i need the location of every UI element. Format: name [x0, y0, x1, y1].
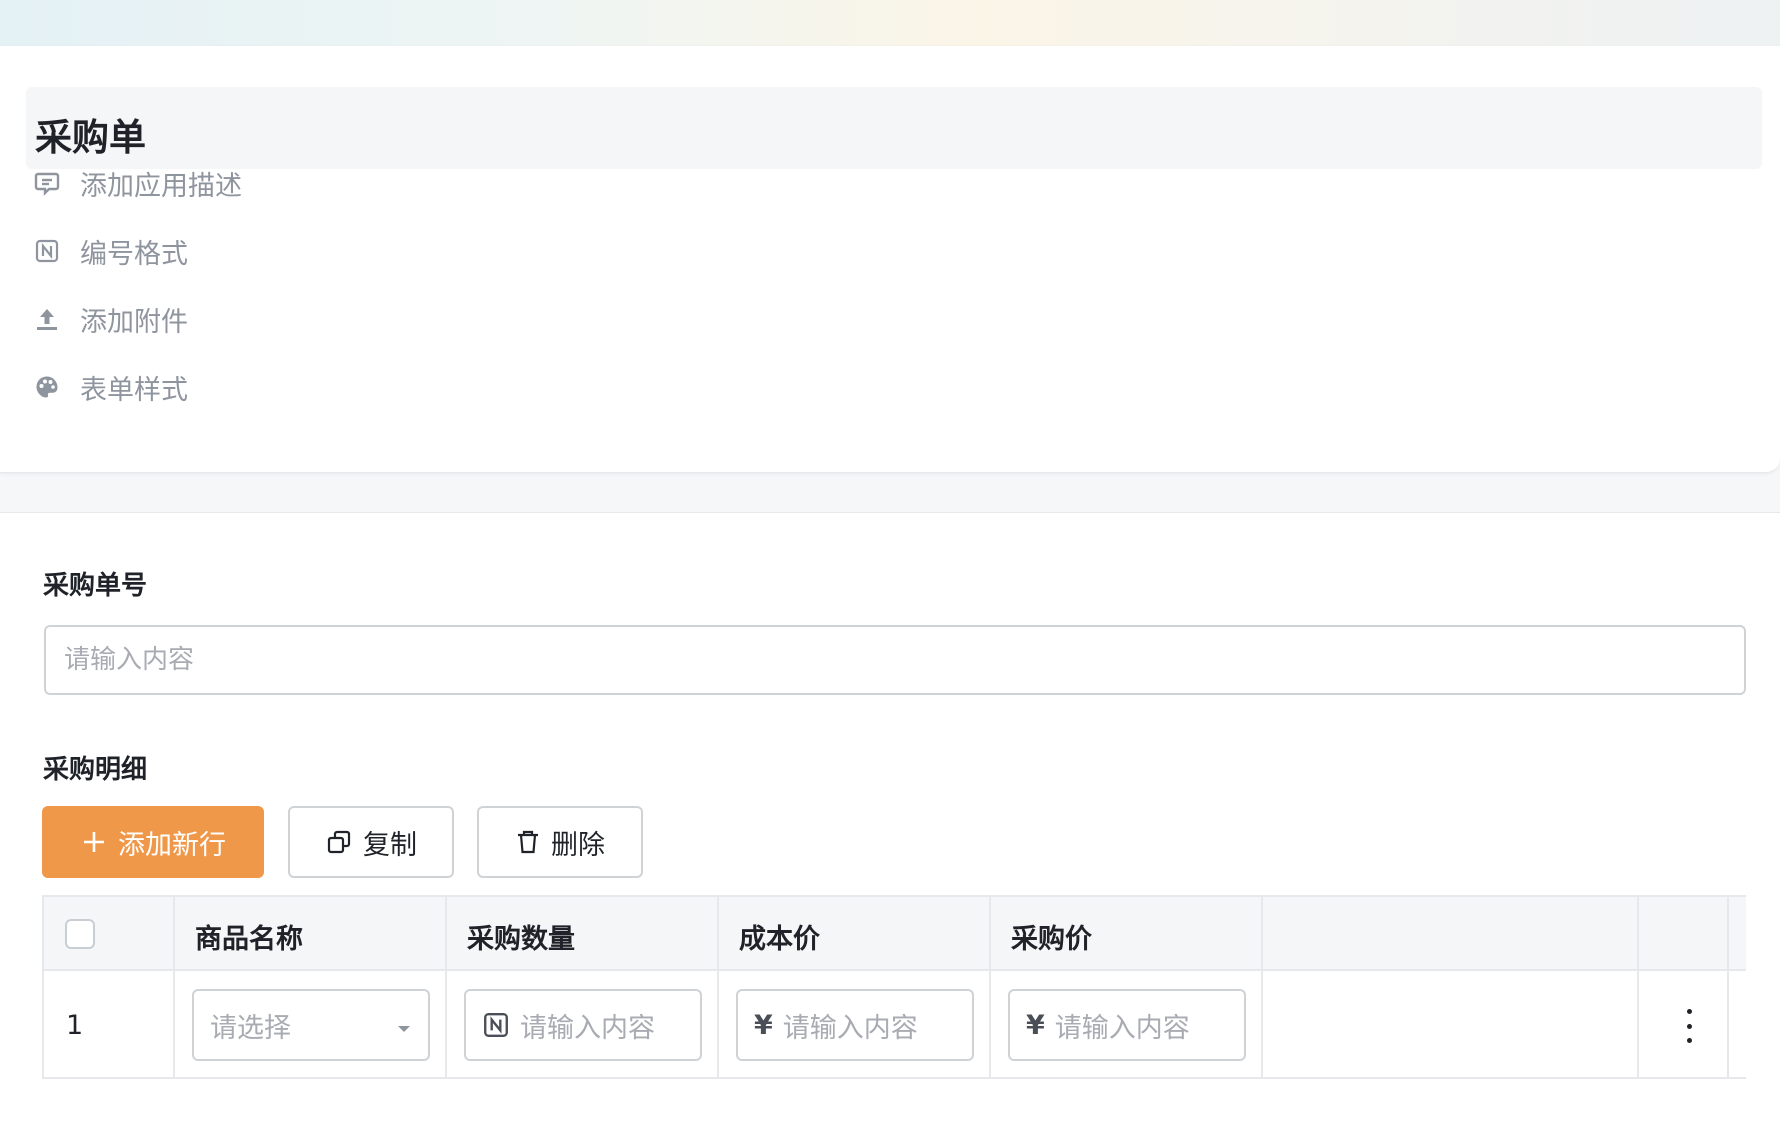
option-label: 编号格式 — [80, 238, 188, 270]
number-format-option[interactable]: 编号格式 — [34, 231, 188, 271]
option-label: 表单样式 — [80, 374, 188, 406]
column-header: 采购价 — [1011, 924, 1092, 955]
price-placeholder: 请输入内容 — [1054, 1012, 1190, 1044]
column-header: 商品名称 — [195, 924, 303, 955]
plus-icon — [80, 828, 108, 856]
details-table: 商品名称 采购数量 成本价 采购价 1 请选择 请输入内容 ¥ 请输入内容 ¥ … — [42, 895, 1746, 1079]
copy-button[interactable]: 复制 — [288, 806, 454, 878]
product-select-placeholder: 请选择 — [210, 1012, 291, 1044]
actions-column — [1639, 897, 1729, 1079]
delete-button[interactable]: 删除 — [477, 806, 643, 878]
form-title[interactable]: 采购单 — [35, 107, 146, 161]
number-format-icon — [482, 1011, 510, 1039]
add-attachment-option[interactable]: 添加附件 — [34, 299, 188, 339]
add-description-option[interactable]: 添加应用描述 — [34, 163, 242, 203]
yuan-icon: ¥ — [1026, 1009, 1045, 1041]
option-label: 添加附件 — [80, 306, 188, 338]
column-header: 采购数量 — [467, 924, 575, 955]
palette-icon — [34, 374, 60, 400]
quantity-placeholder: 请输入内容 — [520, 1012, 655, 1044]
order-no-label: 采购单号 — [43, 571, 148, 601]
details-label: 采购明细 — [43, 755, 148, 785]
form-title-bar[interactable]: 采购单 — [26, 87, 1762, 169]
product-select[interactable]: 请选择 — [192, 989, 430, 1061]
form-style-option[interactable]: 表单样式 — [34, 367, 188, 407]
price-input[interactable]: ¥ 请输入内容 — [1008, 989, 1246, 1061]
index-column — [44, 897, 175, 1079]
caret-down-icon — [396, 1010, 412, 1041]
copy-icon — [325, 828, 353, 856]
more-vertical-icon[interactable] — [1679, 1009, 1699, 1043]
row-index: 1 — [66, 1010, 84, 1041]
form-settings-card: 采购单 添加应用描述 编号格式 添加附件 表单样式 — [0, 46, 1780, 473]
cost-input[interactable]: ¥ 请输入内容 — [736, 989, 974, 1061]
empty-column — [1263, 897, 1639, 1079]
upload-icon — [34, 306, 60, 332]
order-no-input[interactable] — [44, 625, 1746, 695]
trash-icon — [515, 828, 541, 856]
comment-icon — [34, 170, 60, 196]
copy-label: 复制 — [363, 829, 417, 861]
yuan-icon: ¥ — [754, 1009, 773, 1041]
delete-label: 删除 — [551, 829, 605, 861]
select-all-checkbox[interactable] — [65, 919, 95, 949]
option-label: 添加应用描述 — [80, 170, 242, 202]
add-row-label: 添加新行 — [118, 829, 226, 861]
add-row-button[interactable]: 添加新行 — [42, 806, 264, 878]
column-header: 成本价 — [739, 924, 820, 955]
cost-placeholder: 请输入内容 — [782, 1012, 918, 1044]
quantity-input[interactable]: 请输入内容 — [464, 989, 702, 1061]
top-gradient-bar — [0, 0, 1780, 46]
number-format-icon — [34, 238, 60, 264]
form-body-card: 采购单号 采购明细 添加新行 复制 删除 商品名称 采购数量 成本价 采购价 — [0, 512, 1780, 1129]
